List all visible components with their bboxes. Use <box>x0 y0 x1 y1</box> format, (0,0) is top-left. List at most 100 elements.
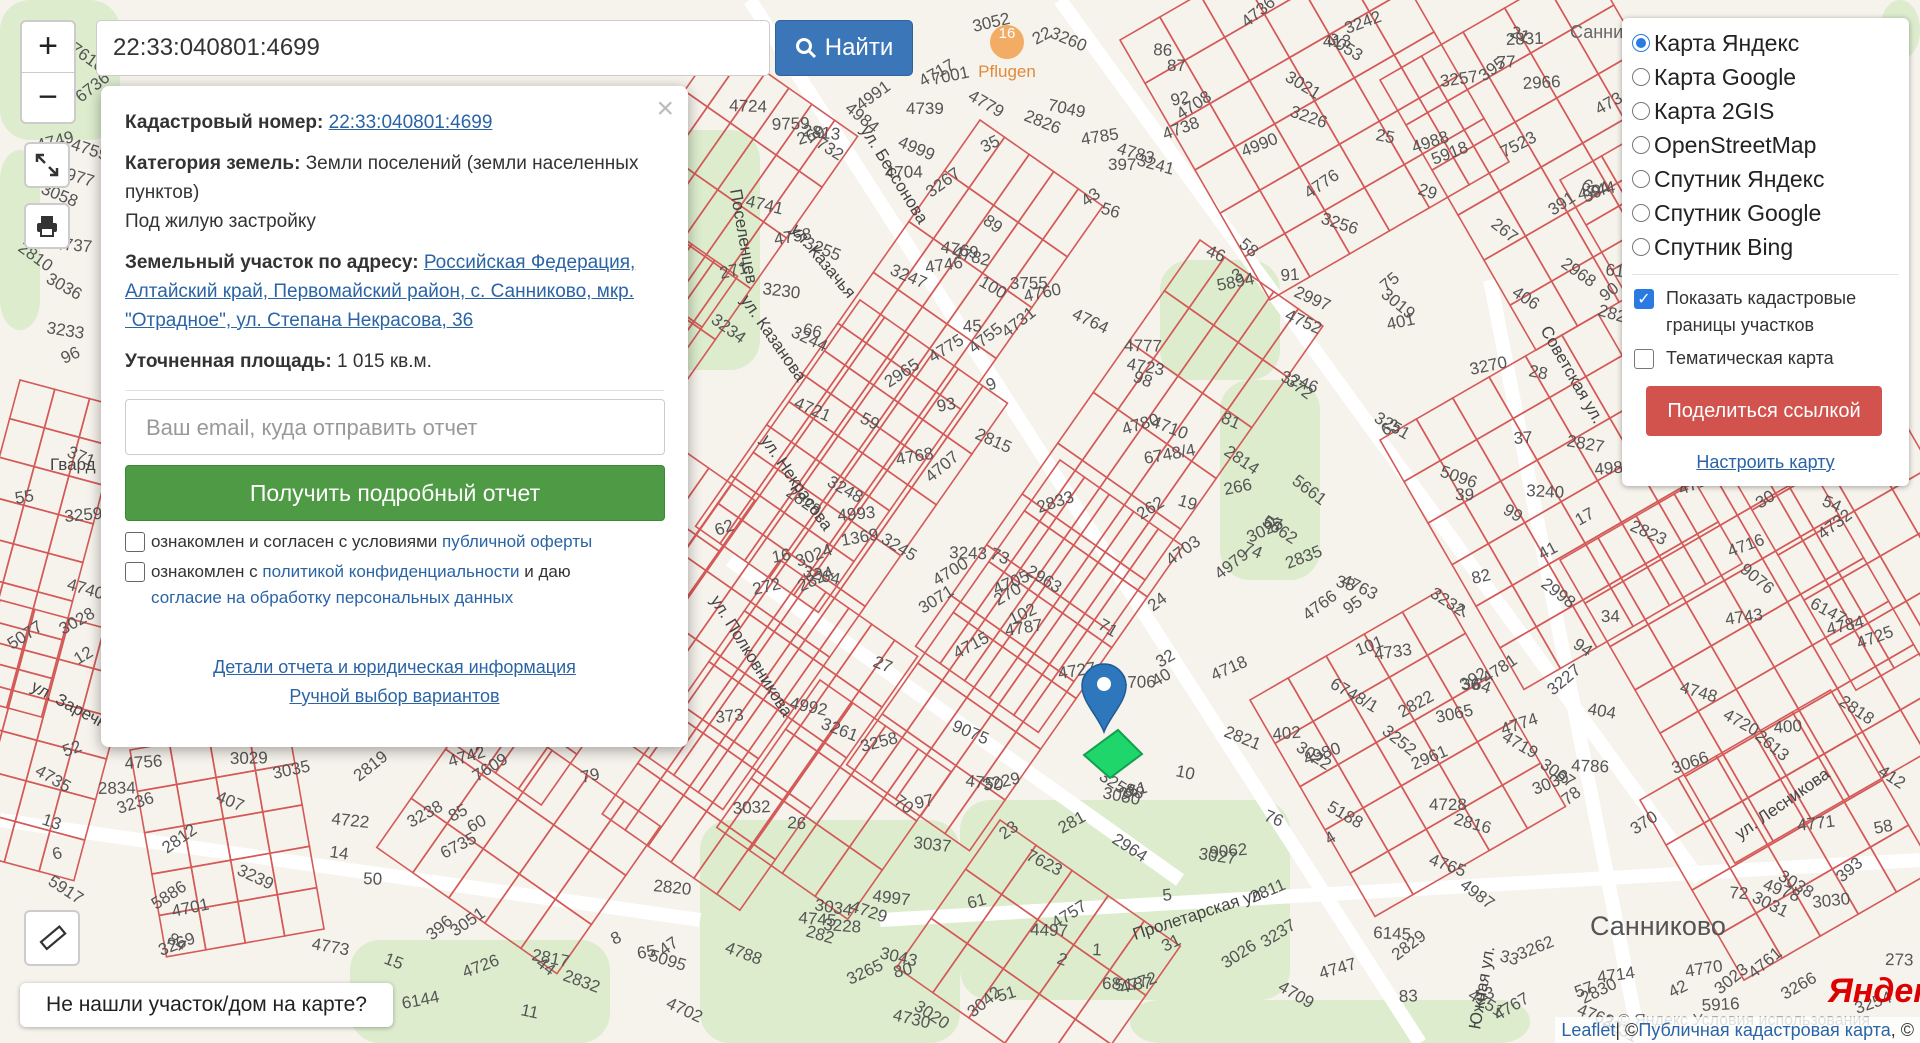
parcel-number: 4777 <box>1124 336 1162 356</box>
parcel-number: 25 <box>1374 125 1396 147</box>
basemap-option[interactable]: Карта Яндекс <box>1632 26 1899 60</box>
parcel-number: 67 <box>1262 513 1284 535</box>
parcel-number: 97 <box>913 790 935 813</box>
personal-data-consent-link[interactable]: согласие на обработку персональных данны… <box>151 588 513 607</box>
report-details-link[interactable]: Детали отчета и юридическая информация <box>213 657 576 677</box>
parcel-number: 39 <box>1455 485 1474 504</box>
fullscreen-button[interactable] <box>24 142 70 188</box>
parcel-number: 2966 <box>1522 72 1561 93</box>
basemap-option[interactable]: Карта 2GIS <box>1632 94 1899 128</box>
search-icon <box>795 38 816 59</box>
manual-selection-link[interactable]: Ручной выбор вариантов <box>289 686 499 706</box>
yandex-logo: Яндекс <box>1828 972 1920 1010</box>
parcel-number: 397 <box>1108 155 1136 174</box>
cadastral-number-link[interactable]: 22:33:040801:4699 <box>329 112 493 133</box>
parcel-number: 273 <box>1885 950 1914 969</box>
parcel-number: 83 <box>1398 986 1418 1006</box>
parcel-number: 91 <box>1280 265 1300 285</box>
parcel-number: 10 <box>1174 761 1196 784</box>
radio-button[interactable] <box>1632 34 1650 52</box>
parcel-number: 72 <box>1729 883 1749 903</box>
parcel-number: 37 <box>1513 428 1533 448</box>
layers-panel: Карта Яндекс Карта Google Карта 2GIS OpenSt… <box>1622 18 1909 486</box>
parcel-number: 3243 <box>949 543 987 563</box>
parcel-number: 34 <box>1601 607 1620 626</box>
parcel-number: 14 <box>328 842 349 863</box>
parcel-number: 55 <box>13 486 35 508</box>
attribution-sep: | © <box>1615 1019 1639 1040</box>
cadastral-label: Кадастровый номер: <box>125 112 324 133</box>
street-label: Гвард <box>50 455 96 474</box>
print-button[interactable] <box>24 203 70 249</box>
parcel-number: 4739 <box>906 99 944 118</box>
leaflet-link[interactable]: Leaflet <box>1561 1020 1615 1041</box>
configure-map-link[interactable]: Настроить карту <box>1696 452 1834 472</box>
basemap-option[interactable]: Спутник Bing <box>1632 230 1899 264</box>
agree-offer-checkbox[interactable] <box>125 532 145 552</box>
show-boundaries-row[interactable]: ✓ Показать кадастровые границы участков <box>1632 285 1899 339</box>
parcel-number: 373 <box>714 705 744 727</box>
pkk-link[interactable]: Публичная кадастровая карта <box>1638 1020 1890 1041</box>
radio-button[interactable] <box>1632 204 1650 222</box>
thematic-label: Тематическая карта <box>1666 348 1834 368</box>
layers-divider <box>1632 274 1899 275</box>
radio-button[interactable] <box>1632 170 1650 188</box>
parcel-number: 6145 <box>1373 923 1412 944</box>
parcel-number: 45 <box>962 316 982 336</box>
radio-button[interactable] <box>1632 238 1650 256</box>
radio-button[interactable] <box>1632 136 1650 154</box>
parcel-number: 3259 <box>64 504 103 526</box>
basemap-option[interactable]: OpenStreetMap <box>1632 128 1899 162</box>
agree-privacy-row: ознакомлен с политикой конфиденциальност… <box>125 559 664 611</box>
parcel-number: 79 <box>579 764 601 787</box>
parcel-number: 2820 <box>653 876 693 899</box>
parcel-number: 413 <box>1323 32 1352 51</box>
zoom-in-button[interactable]: + <box>22 22 74 73</box>
not-found-button[interactable]: Не нашли участок/дом на карте? <box>20 983 393 1027</box>
agree-offer-text: ознакомлен и согласен с условиями <box>151 532 438 551</box>
parcel-number: 28 <box>1527 361 1549 383</box>
search-button[interactable]: Найти <box>775 20 913 76</box>
parcel-number: 3240 <box>1526 481 1565 502</box>
parcel-number: 3032 <box>732 797 771 818</box>
agree-offer-row: ознакомлен и согласен с условиями публич… <box>125 529 664 555</box>
map-attribution: Leaflet | © Публичная кадастровая карта … <box>1555 1017 1920 1043</box>
close-icon[interactable]: × <box>656 94 674 124</box>
basemap-option-label: Спутник Google <box>1654 199 1822 226</box>
get-report-button[interactable]: Получить подробный отчет <box>125 465 665 521</box>
parcel-number: 16 <box>770 545 792 567</box>
address-label: Земельный участок по адресу: <box>125 252 419 273</box>
popup-links: Детали отчета и юридическая информация Р… <box>125 653 664 711</box>
zoom-out-button[interactable]: − <box>22 73 74 123</box>
basemap-option-label: Спутник Яндекс <box>1654 165 1825 192</box>
privacy-policy-link[interactable]: политикой конфиденциальности <box>262 562 519 581</box>
show-boundaries-checkbox[interactable]: ✓ <box>1634 289 1654 309</box>
thematic-checkbox[interactable] <box>1634 349 1654 369</box>
parcel-number: 5 <box>1161 885 1172 905</box>
radio-button[interactable] <box>1632 102 1650 120</box>
ruler-icon <box>39 925 67 951</box>
basemap-radio-list: Карта Яндекс Карта Google Карта 2GIS OpenSt… <box>1632 26 1899 264</box>
use-value: Под жилую застройку <box>125 211 316 232</box>
parcel-number: 3037 <box>913 833 953 856</box>
fullscreen-icon <box>35 153 59 177</box>
parcel-number: 3755 <box>1010 273 1048 293</box>
public-offer-link[interactable]: публичной оферты <box>442 532 592 551</box>
agree-privacy-text: ознакомлен с <box>151 562 258 581</box>
thematic-row[interactable]: Тематическая карта <box>1632 345 1899 372</box>
email-field[interactable]: Ваш email, куда отправить отчет <box>125 399 665 455</box>
parcel-number: 1 <box>1092 940 1102 959</box>
search-input[interactable] <box>96 20 770 76</box>
area-value: 1 015 кв.м. <box>337 351 432 372</box>
svg-text:16: 16 <box>999 25 1016 42</box>
ruler-button[interactable] <box>24 910 80 966</box>
parcel-number: 4724 <box>729 96 767 116</box>
basemap-option[interactable]: Спутник Google <box>1632 196 1899 230</box>
agree-privacy-and: и даю <box>524 562 571 581</box>
share-link-button[interactable]: Поделиться ссылкой <box>1646 386 1882 436</box>
agree-privacy-checkbox[interactable] <box>125 562 145 582</box>
radio-button[interactable] <box>1632 68 1650 86</box>
basemap-option[interactable]: Спутник Яндекс <box>1632 162 1899 196</box>
divider <box>125 390 664 391</box>
basemap-option[interactable]: Карта Google <box>1632 60 1899 94</box>
